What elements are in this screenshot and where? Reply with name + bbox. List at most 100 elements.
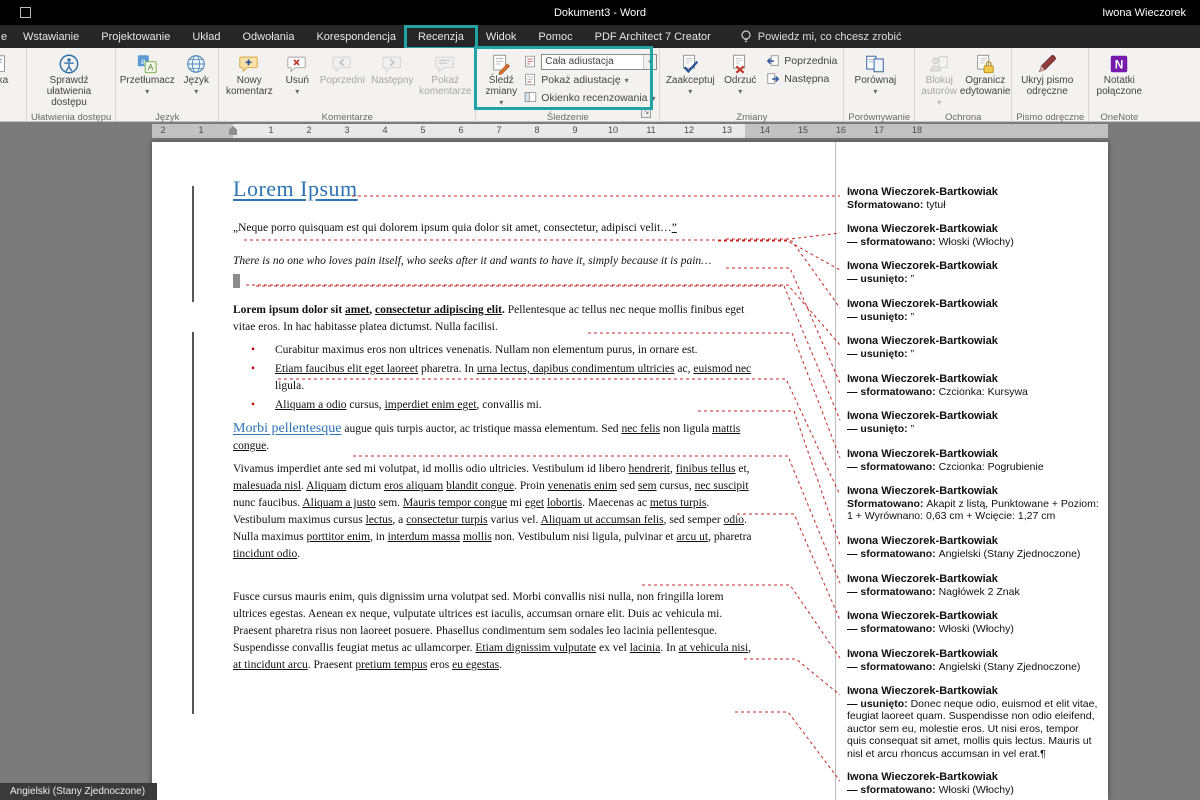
block-authors-button[interactable]: Blokujautorów — [917, 50, 961, 112]
revision-balloon[interactable]: Iwona Wieczorek-Bartkowiak— usunięto: Do… — [847, 685, 1099, 760]
display-for-review-select[interactable]: Cała adiustacja — [541, 54, 657, 70]
revision-author: Iwona Wieczorek-Bartkowiak — [847, 223, 1099, 236]
tab-odwołania[interactable]: Odwołania — [231, 25, 305, 48]
paragraph-title[interactable]: Lorem Ipsum — [233, 176, 753, 202]
revision-description: — usunięto: Donec neque odio, euismod et… — [847, 698, 1099, 761]
paragraph-body[interactable]: Lorem ipsum dolor sit amet, consectetur … — [233, 302, 753, 336]
tabs-list: WstawianieProjektowanieUkładOdwołaniaKor… — [12, 25, 722, 48]
show-markup-button[interactable]: Pokaż adiustację — [524, 71, 657, 88]
tracking-dialog-launcher[interactable] — [641, 108, 651, 118]
reviewing-pane-button[interactable]: Okienko recenzowania — [524, 89, 657, 106]
paragraph-italic[interactable]: There is no one who loves pain itself, w… — [233, 253, 753, 270]
paragraph-body[interactable]: Vivamus imperdiet ante sed mi volutpat, … — [233, 461, 753, 563]
check-accessibility-button[interactable]: Sprawdźułatwienia dostępu — [29, 50, 109, 112]
next-change-label: Następna — [784, 73, 829, 85]
accept-icon — [679, 53, 701, 75]
ruler-mark: 1 — [195, 125, 207, 135]
reject-button[interactable]: Odrzuć — [718, 50, 762, 112]
next-change-button[interactable]: Następna — [762, 70, 841, 88]
tab-pdf-architect-7-creator[interactable]: PDF Architect 7 Creator — [584, 25, 722, 48]
lightbulb-icon — [740, 30, 752, 43]
revision-balloon[interactable]: Iwona Wieczorek-Bartkowiak— sformatowano… — [847, 373, 1099, 398]
tell-me[interactable]: Powiedz mi, co chcesz zrobić — [740, 25, 902, 48]
dropdown-arrow-icon — [625, 74, 629, 86]
tab-widok[interactable]: Widok — [475, 25, 528, 48]
tab-partial[interactable]: e — [0, 25, 12, 48]
paragraph-quote[interactable]: „Neque porro quisquam est qui dolorem ip… — [233, 220, 753, 237]
markup-area-divider — [835, 142, 836, 800]
paragraph-text: Curabitur maximus eros non ultrices vene… — [275, 342, 698, 359]
tab-pomoc[interactable]: Pomoc — [527, 25, 583, 48]
document-title: Dokument3 - Word — [0, 7, 1200, 19]
delete-comment-button[interactable]: Usuń — [277, 50, 317, 112]
paragraph-body[interactable]: Morbi pellentesque augue quis turpis auc… — [233, 420, 753, 455]
proofing-button-partial[interactable]: tyka — [0, 50, 24, 112]
previous-change-button[interactable]: Poprzednia — [762, 52, 841, 70]
revision-balloon[interactable]: Iwona Wieczorek-Bartkowiak— sformatowano… — [847, 610, 1099, 635]
paragraph-bullet[interactable]: •Etiam faucibus elit eget laoreet pharet… — [251, 361, 753, 395]
revision-description: — sformatowano: Angielski (Stany Zjednoc… — [847, 548, 1099, 561]
reviewing-pane-icon — [524, 91, 537, 104]
user-name: Iwona Wieczorek — [1102, 7, 1186, 19]
ruler-mark: 10 — [607, 125, 619, 135]
translate-button[interactable]: ąA Przetłumacz — [118, 50, 176, 112]
compare-button[interactable]: Porównaj — [846, 50, 904, 112]
ruler-mark: 2 — [157, 125, 169, 135]
translate-icon: ąA — [136, 53, 158, 75]
tab-korespondencja[interactable]: Korespondencja — [305, 25, 407, 48]
new-comment-button[interactable]: Nowykomentarz — [221, 50, 277, 112]
document-text[interactable]: Lorem Ipsum „Neque porro quisquam est qui… — [233, 176, 753, 680]
revision-author: Iwona Wieczorek-Bartkowiak — [847, 373, 1099, 386]
paragraph-text: Lorem ipsum dolor sit amet, consectetur … — [233, 304, 744, 333]
track-changes-icon — [490, 53, 512, 75]
revision-description: — sformatowano: Włoski (Włochy) — [847, 623, 1099, 636]
group-ink: Ukryj pismoodręczne Pismo odręczne — [1012, 48, 1089, 121]
revision-balloon[interactable]: Iwona Wieczorek-Bartkowiak— sformatowano… — [847, 648, 1099, 673]
revision-balloon[interactable]: Iwona Wieczorek-Bartkowiak— sformatowano… — [847, 223, 1099, 248]
reject-icon — [729, 53, 751, 75]
next-comment-button[interactable]: Następny — [367, 50, 417, 112]
revision-author: Iwona Wieczorek-Bartkowiak — [847, 685, 1099, 698]
tab-układ[interactable]: Układ — [181, 25, 231, 48]
ruler-mark: 9 — [569, 125, 581, 135]
previous-comment-button[interactable]: Poprzedni — [317, 50, 367, 112]
revision-balloon[interactable]: Iwona Wieczorek-Bartkowiak— usunięto: ” — [847, 260, 1099, 285]
tab-projektowanie[interactable]: Projektowanie — [90, 25, 181, 48]
previous-comment-icon — [331, 53, 353, 75]
restrict-editing-button[interactable]: Ograniczedytowanie — [961, 50, 1009, 112]
status-language[interactable]: Angielski (Stany Zjednoczone) — [0, 783, 157, 800]
revision-balloon[interactable]: Iwona Wieczorek-Bartkowiak— sformatowano… — [847, 771, 1099, 796]
revision-balloon[interactable]: Iwona Wieczorek-Bartkowiak— sformatowano… — [847, 573, 1099, 598]
revision-balloon[interactable]: Iwona Wieczorek-Bartkowiak— usunięto: ” — [847, 335, 1099, 360]
display-mode-value: Cała adiustacja — [545, 56, 613, 67]
revision-balloon[interactable]: Iwona Wieczorek-Bartkowiak— sformatowano… — [847, 448, 1099, 473]
show-comments-button[interactable]: Pokażkomentarze — [417, 50, 473, 112]
horizontal-ruler[interactable]: 21123456789101112131415161718 — [152, 124, 1108, 138]
onenote-icon: N — [1108, 53, 1130, 75]
linked-notes-button[interactable]: N Notatkipołączone — [1091, 50, 1147, 112]
paragraph-text: „Neque porro quisquam est qui dolorem ip… — [233, 222, 677, 234]
revision-author: Iwona Wieczorek-Bartkowiak — [847, 260, 1099, 273]
accept-button[interactable]: Zaakceptuj — [662, 50, 718, 112]
reviewing-pane-label: Okienko recenzowania — [541, 92, 647, 104]
paragraph-bullet[interactable]: •Aliquam a odio cursus, imperdiet enim e… — [251, 397, 753, 414]
tab-wstawianie[interactable]: Wstawianie — [12, 25, 90, 48]
language-button[interactable]: Język — [176, 50, 216, 112]
dropdown-arrow-icon — [145, 86, 149, 97]
revision-balloon[interactable]: Iwona Wieczorek-BartkowiakSformatowano: … — [847, 485, 1099, 523]
revision-balloon[interactable]: Iwona Wieczorek-Bartkowiak— sformatowano… — [847, 535, 1099, 560]
hide-ink-button[interactable]: Ukryj pismoodręczne — [1014, 50, 1080, 112]
paragraph-cursor[interactable] — [233, 274, 753, 290]
revision-author: Iwona Wieczorek-Bartkowiak — [847, 535, 1099, 548]
revision-author: Iwona Wieczorek-Bartkowiak — [847, 610, 1099, 623]
paragraph-body[interactable]: Fusce cursus mauris enim, quis dignissim… — [233, 589, 753, 674]
revision-balloon[interactable]: Iwona Wieczorek-Bartkowiak— usunięto: ” — [847, 298, 1099, 323]
paragraph-bullet[interactable]: •Curabitur maximus eros non ultrices ven… — [251, 342, 753, 359]
tab-recenzja[interactable]: Recenzja — [407, 25, 475, 48]
accessibility-icon — [58, 53, 80, 75]
track-changes-button[interactable]: Śledźzmiany — [478, 50, 524, 112]
revision-balloon[interactable]: Iwona Wieczorek-BartkowiakSformatowano: … — [847, 186, 1099, 211]
revision-balloon[interactable]: Iwona Wieczorek-Bartkowiak— usunięto: ” — [847, 410, 1099, 435]
document-page[interactable]: Lorem Ipsum „Neque porro quisquam est qui… — [152, 142, 1108, 800]
word-window: Dokument3 - Word Iwona Wieczorek e Wstaw… — [0, 0, 1200, 800]
